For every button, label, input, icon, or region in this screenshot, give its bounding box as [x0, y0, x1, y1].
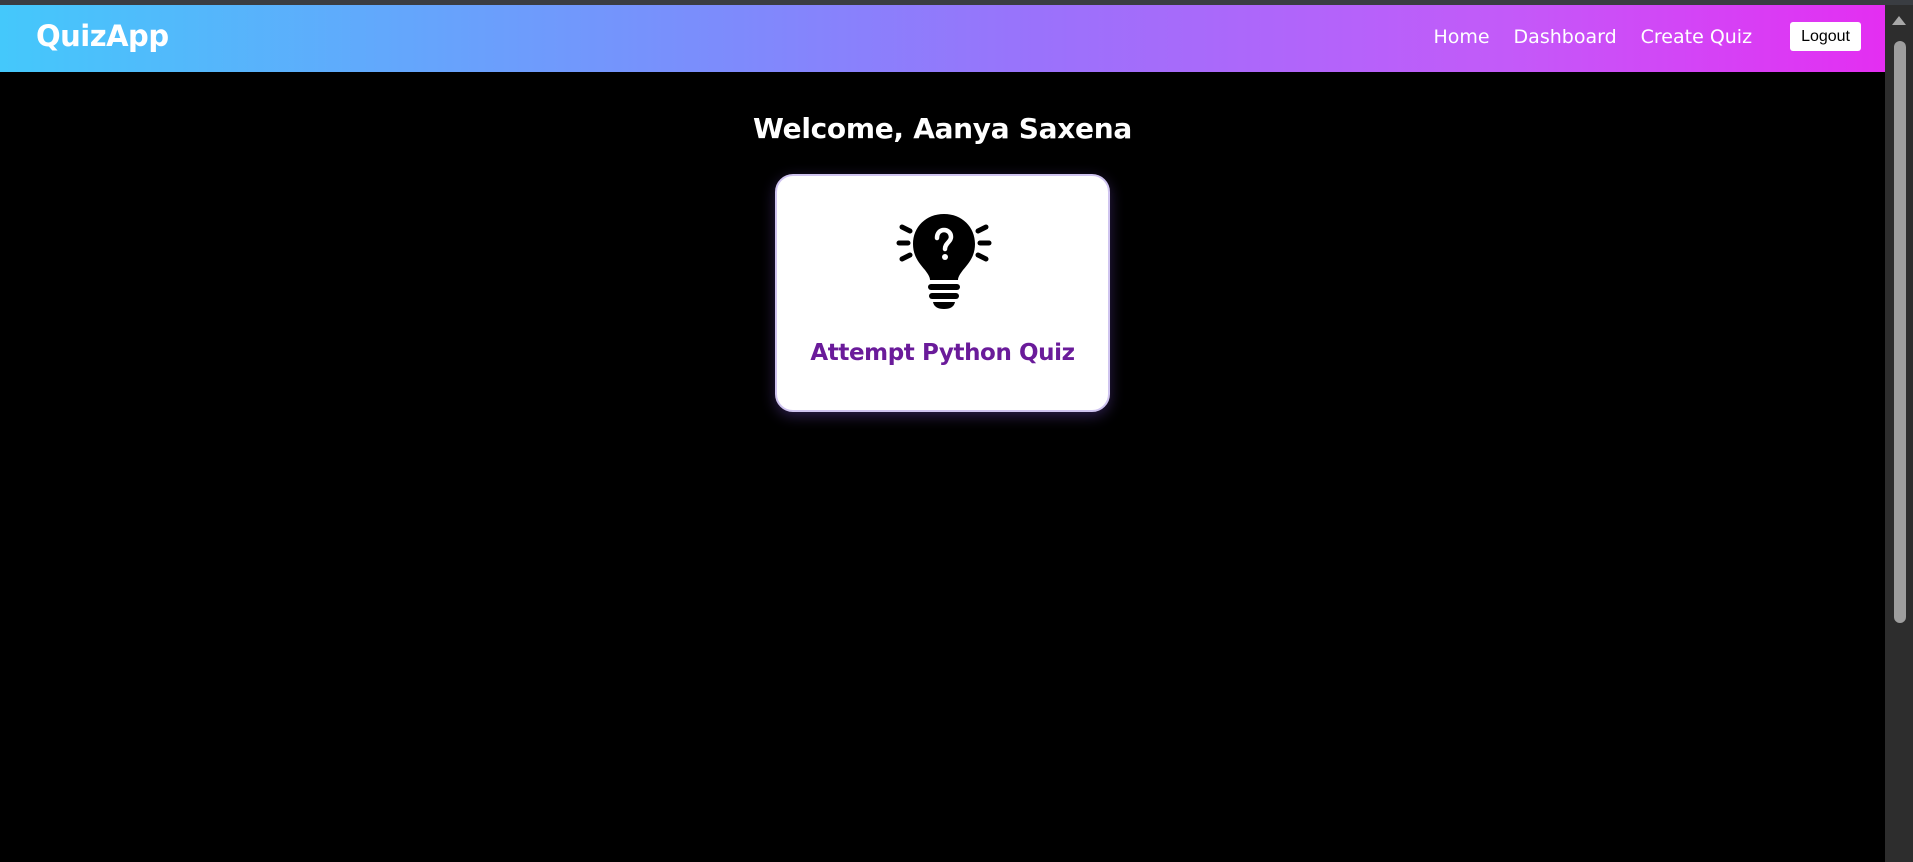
vertical-scrollbar[interactable] — [1885, 5, 1913, 862]
scroll-up-arrow-icon[interactable] — [1892, 16, 1906, 25]
nav-dashboard-link[interactable]: Dashboard — [1514, 26, 1617, 48]
logout-button[interactable]: Logout — [1790, 22, 1861, 51]
welcome-heading: Welcome, Aanya Saxena — [753, 112, 1132, 145]
nav-create-quiz-link[interactable]: Create Quiz — [1641, 26, 1752, 48]
navbar: QuizApp Home Dashboard Create Quiz Logou… — [0, 5, 1885, 72]
lightbulb-question-icon — [896, 214, 992, 309]
attempt-quiz-card[interactable]: Attempt Python Quiz — [775, 174, 1110, 412]
brand-logo[interactable]: QuizApp — [36, 19, 169, 53]
nav-home-link[interactable]: Home — [1433, 26, 1489, 48]
card-title: Attempt Python Quiz — [810, 340, 1075, 366]
nav-links: Home Dashboard Create Quiz Logout — [1433, 22, 1861, 51]
scroll-thumb[interactable] — [1894, 41, 1906, 623]
